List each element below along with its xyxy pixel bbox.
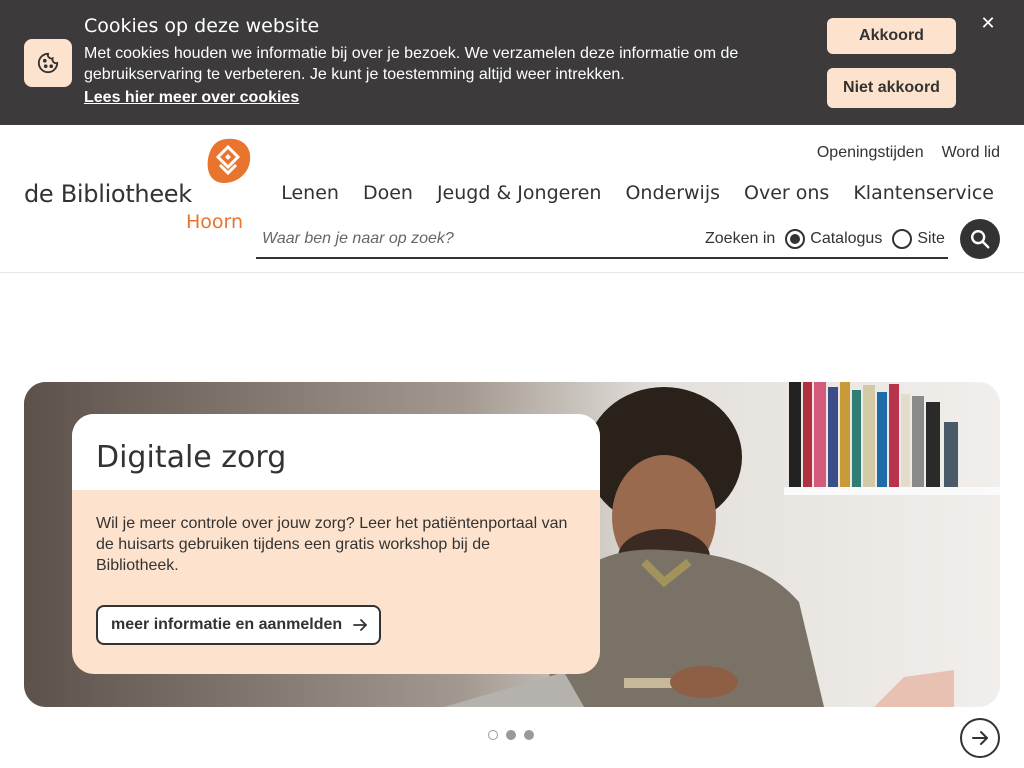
site-header: de Bibliotheek Hoorn Openingstijden Word… bbox=[0, 125, 1024, 273]
hero-title: Digitale zorg bbox=[96, 440, 287, 475]
hero-text: Wil je meer controle over jouw zorg? Lee… bbox=[96, 515, 568, 574]
carousel-dots bbox=[488, 730, 534, 740]
cookie-title: Cookies op deze website bbox=[84, 15, 320, 37]
cookie-icon bbox=[24, 39, 72, 87]
main-nav: Lenen Doen Jeugd & Jongeren Onderwijs Ov… bbox=[281, 182, 994, 204]
search-button[interactable] bbox=[960, 219, 1000, 259]
accept-cookies-button[interactable]: Akkoord bbox=[827, 18, 956, 54]
link-word-lid[interactable]: Word lid bbox=[942, 144, 1000, 162]
cookie-banner: Cookies op deze website Met cookies houd… bbox=[0, 0, 1024, 125]
more-info-label: meer informatie en aanmelden bbox=[111, 616, 343, 633]
logo-subtext: Hoorn bbox=[186, 211, 244, 233]
carousel-next-button[interactable] bbox=[960, 718, 1000, 758]
link-openingstijden[interactable]: Openingstijden bbox=[817, 144, 924, 162]
cookie-text: Met cookies houden we informatie bij ove… bbox=[84, 45, 739, 83]
hero-card: Digitale zorg Wil je meer controle over … bbox=[72, 414, 600, 674]
carousel-dot-3[interactable] bbox=[524, 730, 534, 740]
nav-item-doen[interactable]: Doen bbox=[363, 182, 413, 204]
search-scope: Zoeken in Catalogus Site bbox=[705, 229, 945, 249]
hero-card-header: Digitale zorg bbox=[72, 414, 600, 490]
nav-item-over-ons[interactable]: Over ons bbox=[744, 182, 829, 204]
site-logo[interactable]: de Bibliotheek Hoorn bbox=[24, 137, 254, 233]
radio-site-label[interactable]: Site bbox=[917, 230, 945, 248]
more-info-button[interactable]: meer informatie en aanmelden bbox=[96, 605, 381, 645]
close-icon[interactable]: ✕ bbox=[978, 13, 998, 33]
carousel-dot-1[interactable] bbox=[488, 730, 498, 740]
search-icon bbox=[971, 230, 990, 249]
radio-site[interactable] bbox=[892, 229, 913, 249]
nav-item-klantenservice[interactable]: Klantenservice bbox=[853, 182, 994, 204]
radio-catalogus[interactable] bbox=[785, 229, 806, 249]
nav-item-jeugd-jongeren[interactable]: Jeugd & Jongeren bbox=[437, 182, 602, 204]
logo-text: de Bibliotheek bbox=[24, 180, 192, 208]
arrow-right-icon bbox=[353, 619, 368, 631]
library-logo-icon bbox=[207, 138, 251, 183]
arrow-right-icon bbox=[972, 731, 988, 745]
carousel-dot-2[interactable] bbox=[506, 730, 516, 740]
nav-item-onderwijs[interactable]: Onderwijs bbox=[625, 182, 720, 204]
cookie-info-link[interactable]: Lees hier meer over cookies bbox=[84, 89, 299, 107]
search-scope-label: Zoeken in bbox=[705, 230, 776, 247]
utility-nav: Openingstijden Word lid bbox=[817, 144, 1000, 162]
nav-item-lenen[interactable]: Lenen bbox=[281, 182, 339, 204]
radio-catalogus-label[interactable]: Catalogus bbox=[810, 230, 882, 248]
search-bar: Zoeken in Catalogus Site bbox=[256, 221, 948, 259]
decline-cookies-button[interactable]: Niet akkoord bbox=[827, 68, 956, 108]
search-input[interactable] bbox=[256, 221, 692, 257]
